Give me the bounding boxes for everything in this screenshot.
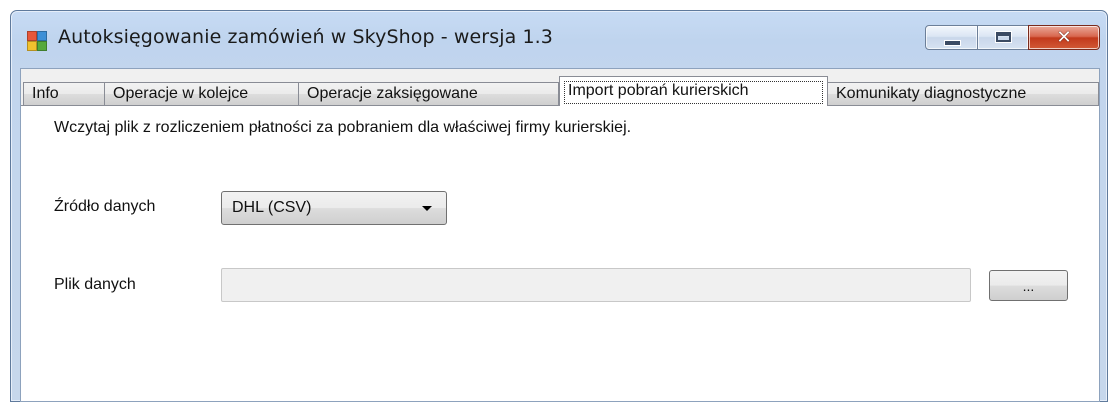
minimize-icon <box>944 40 961 46</box>
tab-label: Import pobrań kurierskich <box>568 82 749 99</box>
maximize-icon <box>995 31 1012 43</box>
client-area: Info Operacje w kolejce Operacje zaksięg… <box>20 68 1100 402</box>
tab-label: Operacje zaksięgowane <box>307 85 478 102</box>
chevron-down-icon <box>422 206 432 211</box>
maximize-button[interactable] <box>977 25 1029 50</box>
window-title: Autoksięgowanie zamówień w SkyShop - wer… <box>58 26 553 48</box>
title-bar[interactable]: Autoksięgowanie zamówień w SkyShop - wer… <box>11 11 1107 69</box>
panel-description: Wczytaj plik z rozliczeniem płatności za… <box>54 119 632 136</box>
tab-posted-operations[interactable]: Operacje zaksięgowane <box>298 82 559 105</box>
app-window: Autoksięgowanie zamówień w SkyShop - wer… <box>10 10 1108 402</box>
source-dropdown[interactable]: DHL (CSV) <box>221 191 447 225</box>
file-label: Plik danych <box>54 276 136 293</box>
import-panel: Wczytaj plik z rozliczeniem płatności za… <box>21 105 1099 401</box>
tab-label: Komunikaty diagnostyczne <box>836 85 1027 102</box>
minimize-button[interactable] <box>925 25 978 50</box>
browse-button[interactable]: ... <box>989 270 1068 301</box>
tab-label: Operacje w kolejce <box>113 85 249 102</box>
close-button[interactable]: ✕ <box>1028 25 1100 50</box>
source-dropdown-value: DHL (CSV) <box>232 199 312 216</box>
tab-label: Info <box>32 85 59 102</box>
tab-strip: Info Operacje w kolejce Operacje zaksięg… <box>21 69 1099 106</box>
source-label: Źródło danych <box>54 198 156 215</box>
tab-info[interactable]: Info <box>23 82 105 105</box>
tab-queued-operations[interactable]: Operacje w kolejce <box>104 82 299 105</box>
app-window-icon <box>27 31 47 51</box>
file-path-field[interactable] <box>221 268 971 302</box>
tab-courier-import[interactable]: Import pobrań kurierskich <box>559 76 828 106</box>
tab-diagnostic-messages[interactable]: Komunikaty diagnostyczne <box>827 82 1099 105</box>
close-icon: ✕ <box>1056 27 1072 48</box>
